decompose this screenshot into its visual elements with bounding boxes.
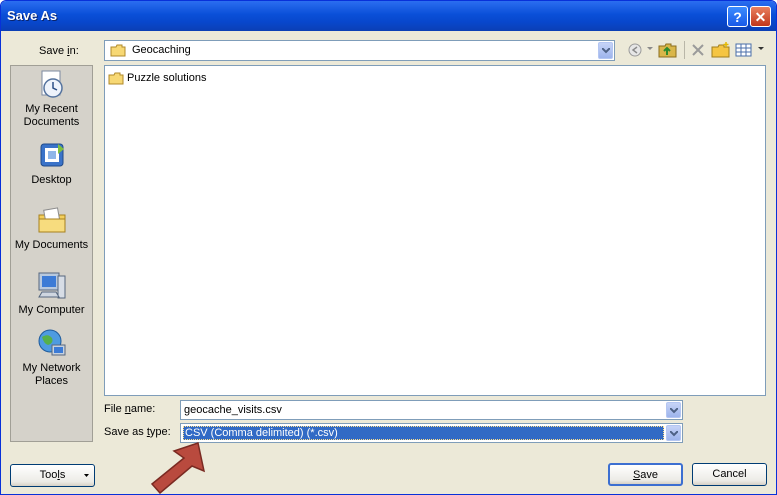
place-my-recent-documents[interactable]: My Recent Documents [11,69,92,129]
save-in-combo[interactable]: Geocaching [104,40,615,61]
recent-documents-icon [41,70,63,98]
file-name-label: File name: [104,403,156,415]
chevron-down-icon [84,474,89,477]
place-label: My Computer [18,304,85,316]
place-label: My Network [22,362,81,374]
place-label: Desktop [31,174,72,186]
delete-icon[interactable] [690,41,706,59]
views-dropdown-icon[interactable] [758,47,764,51]
file-name-input[interactable]: geocache_visits.csv [180,400,683,420]
close-button[interactable]: ✕ [750,6,771,27]
save-as-type-select[interactable]: CSV (Comma delimited) (*.csv) [180,423,683,443]
back-dropdown-icon[interactable] [647,47,653,51]
chevron-down-icon [670,431,678,437]
cancel-button[interactable]: Cancel [692,463,767,486]
place-my-documents[interactable]: My Documents [11,205,92,252]
place-label: Places [34,375,69,387]
place-label: Documents [23,116,80,128]
window-title: Save As [7,8,58,23]
my-computer-icon [37,272,65,299]
up-one-level-icon[interactable] [658,41,678,59]
file-name-value: geocache_visits.csv [184,404,282,416]
save-as-type-dropdown-button[interactable] [666,425,681,441]
new-folder-icon[interactable] [711,41,731,59]
places-bar: My Recent Documents Desktop My Documents… [10,65,93,442]
place-my-computer[interactable]: My Computer [11,270,92,317]
file-name-dropdown-button[interactable] [666,402,681,418]
folder-icon [110,44,126,57]
desktop-icon [40,143,64,167]
save-in-label: Save in: [39,45,79,57]
save-in-value: Geocaching [132,44,191,56]
file-list[interactable]: Puzzle solutions [104,65,766,396]
tools-button[interactable]: Tools [10,464,95,487]
place-desktop[interactable]: Desktop [11,140,92,187]
save-as-dialog: Save As ? ✕ Save in: Geocaching My Recen… [0,0,777,495]
file-name: Puzzle solutions [127,72,207,84]
help-button[interactable]: ? [727,6,748,27]
folder-icon [108,72,124,84]
toolbar-separator [684,41,685,59]
views-icon[interactable] [735,41,755,59]
network-places-icon [38,329,65,356]
chevron-down-icon [670,408,678,414]
place-my-network-places[interactable]: My Network Places [11,328,92,388]
place-label: My Recent [25,103,78,115]
chevron-down-icon [602,48,610,54]
list-item[interactable]: Puzzle solutions [108,70,207,86]
my-documents-icon [38,207,65,233]
place-label: My Documents [14,239,89,251]
back-icon[interactable] [627,41,645,59]
save-button[interactable]: Save [608,463,683,486]
save-in-dropdown-button[interactable] [598,42,613,59]
title-bar[interactable]: Save As ? ✕ [1,1,776,31]
annotation-arrow-icon [150,442,206,494]
